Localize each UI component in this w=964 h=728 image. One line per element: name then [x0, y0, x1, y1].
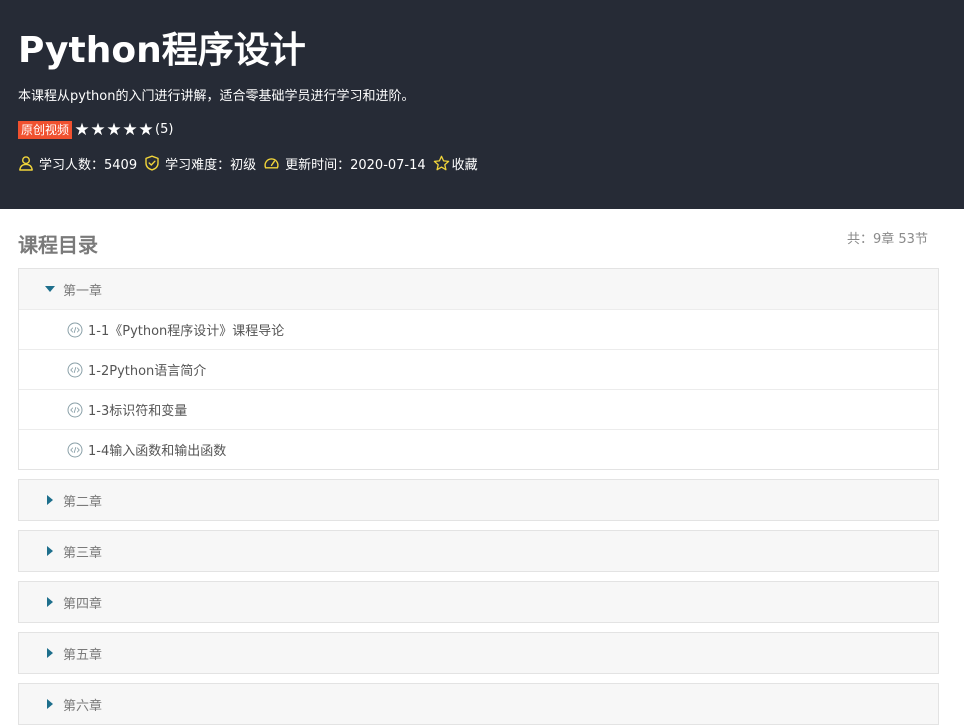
chapter-3: 第三章 [18, 530, 939, 572]
chapter-header[interactable]: 第五章 [19, 633, 938, 673]
lesson-title: 1-3标识符和变量 [88, 404, 188, 419]
star-icon: ★ [74, 120, 90, 140]
chapter-2: 第二章 [18, 479, 939, 521]
triangle-right-icon [47, 597, 53, 607]
chapter-header[interactable]: 第三章 [19, 531, 938, 571]
triangle-right-icon [47, 546, 53, 556]
triangle-right-icon [47, 648, 53, 658]
catalog-title: 课程目录 [18, 233, 98, 257]
chapter-title: 第一章 [63, 283, 103, 299]
triangle-right-icon [47, 495, 53, 505]
star-icon: ★ [138, 120, 154, 140]
original-video-badge: 原创视频 [18, 121, 73, 139]
chapter-header[interactable]: 第四章 [19, 582, 938, 622]
catalog-count: 共：9章 53节 [847, 232, 928, 247]
star-icon: ★ [106, 120, 122, 140]
lesson-title: 1-1《Python程序设计》课程导论 [88, 324, 285, 339]
favorite-button[interactable]: 收藏 [433, 154, 478, 173]
chapter-title: 第三章 [63, 545, 103, 561]
update-time: 更新时间：2020-07-14 [263, 154, 426, 173]
learners-label: 学习人数：5409 [39, 157, 138, 173]
course-title: Python程序设计 [18, 30, 306, 71]
star-icon: ★ [90, 120, 106, 140]
chapter-5: 第五章 [18, 632, 939, 674]
user-icon [19, 156, 33, 171]
chapter-header[interactable]: 第六章 [19, 684, 938, 724]
code-icon [67, 402, 83, 417]
lesson-title: 1-4输入函数和输出函数 [88, 444, 227, 459]
shield-check-icon [145, 155, 159, 171]
update-time-label: 更新时间：2020-07-14 [285, 157, 426, 173]
lesson-item[interactable]: 1-3标识符和变量 [19, 389, 938, 429]
lesson-title: 1-2Python语言简介 [88, 364, 207, 379]
course-meta: 学习人数：5409 学习难度：初级 更新时间：2020-07-14 收藏 [18, 153, 485, 173]
code-icon [67, 362, 83, 377]
chapter-title: 第四章 [63, 596, 103, 612]
lesson-item[interactable]: 1-4输入函数和输出函数 [19, 429, 938, 469]
difficulty-label: 学习难度：初级 [165, 157, 257, 173]
chapter-header[interactable]: 第二章 [19, 480, 938, 520]
code-icon [67, 442, 83, 457]
difficulty: 学习难度：初级 [144, 154, 256, 173]
chapter-title: 第六章 [63, 698, 103, 714]
star-icon: ★ [122, 120, 138, 140]
chapter-header[interactable]: 第一章 [19, 269, 938, 309]
star-outline-icon [433, 155, 449, 170]
chapter-title: 第二章 [63, 494, 103, 510]
favorite-label: 收藏 [451, 157, 478, 173]
course-description: 本课程从python的入门进行讲解，适合零基础学员进行学习和进阶。 [18, 89, 415, 104]
chapter-1: 第一章 1-1《Python程序设计》课程导论 1-2Python语言简介 1-… [18, 268, 939, 470]
course-header: Python程序设计 本课程从python的入门进行讲解，适合零基础学员进行学习… [0, 0, 964, 209]
chapter-title: 第五章 [63, 647, 103, 663]
chapter-4: 第四章 [18, 581, 939, 623]
course-rating: 原创视频 ★ ★ ★ ★ ★ (5) [18, 121, 173, 139]
lesson-item[interactable]: 1-2Python语言简介 [19, 349, 938, 389]
code-icon [67, 322, 83, 337]
learners-count: 学习人数：5409 [18, 154, 137, 173]
triangle-down-icon [45, 286, 55, 292]
rating-count: (5) [155, 122, 174, 137]
triangle-right-icon [47, 699, 53, 709]
lesson-item[interactable]: 1-1《Python程序设计》课程导论 [19, 309, 938, 349]
rating-stars: ★ ★ ★ ★ ★ [74, 121, 154, 139]
chapter-6: 第六章 [18, 683, 939, 725]
gauge-icon [264, 158, 279, 169]
